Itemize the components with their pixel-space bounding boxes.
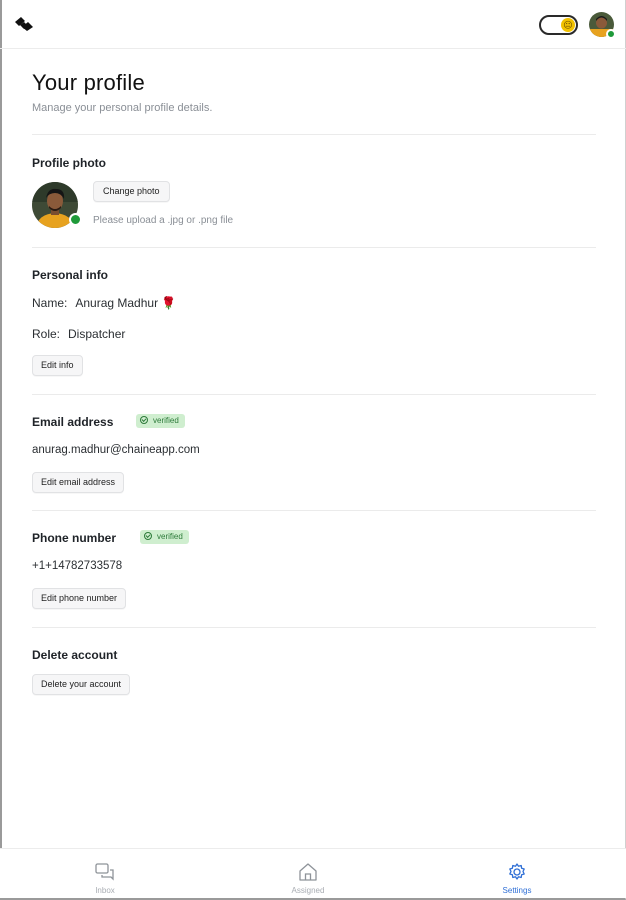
name-label: Name: [32, 296, 68, 310]
bottom-nav: Inbox Assigned Settings [0, 848, 626, 898]
name-row: Name: Anurag Madhur 🌹 [32, 296, 176, 310]
email-value: anurag.madhur@chaineapp.com [32, 444, 200, 456]
phone-verified-badge: verified [140, 530, 189, 544]
online-status-dot [606, 29, 616, 39]
check-circle-icon [144, 532, 152, 540]
personal-info-title: Personal info [32, 268, 109, 282]
theme-toggle[interactable]: 😐 [539, 15, 578, 35]
nav-settings-label: Settings [502, 886, 532, 895]
chaine-logo-icon[interactable] [14, 16, 34, 32]
nav-assigned[interactable]: Assigned [248, 849, 368, 899]
sun-face-icon: 😐 [561, 18, 575, 32]
badge-label: verified [157, 532, 183, 541]
gear-icon [509, 863, 525, 880]
nav-inbox-label: Inbox [95, 886, 115, 895]
divider [32, 394, 596, 395]
role-label: Role: [32, 327, 61, 341]
top-bar: 😐 [0, 0, 626, 49]
delete-account-title: Delete account [32, 648, 118, 662]
name-value: Anurag Madhur 🌹 [75, 296, 177, 310]
nav-assigned-label: Assigned [291, 886, 325, 895]
divider [32, 510, 596, 511]
delete-account-button[interactable]: Delete your account [32, 674, 131, 695]
divider [32, 247, 596, 248]
home-icon [299, 863, 317, 881]
edit-email-button[interactable]: Edit email address [32, 472, 125, 493]
chat-bubbles-icon [95, 863, 114, 881]
check-circle-icon [140, 416, 148, 424]
phone-value: +1+14782733578 [32, 560, 123, 572]
nav-settings[interactable]: Settings [457, 849, 577, 899]
email-title: Email address [32, 415, 114, 429]
nav-inbox[interactable]: Inbox [45, 849, 165, 899]
edit-phone-button[interactable]: Edit phone number [32, 588, 127, 609]
divider [32, 627, 596, 628]
role-value: Dispatcher [68, 327, 126, 341]
phone-title: Phone number [32, 531, 117, 545]
online-status-dot [69, 213, 82, 226]
change-photo-button[interactable]: Change photo [93, 181, 170, 202]
badge-label: verified [153, 416, 179, 425]
page-subtitle: Manage your personal profile details. [32, 102, 213, 114]
profile-photo-title: Profile photo [32, 156, 106, 170]
email-verified-badge: verified [136, 414, 185, 428]
role-row: Role: Dispatcher [32, 327, 125, 341]
edit-info-button[interactable]: Edit info [32, 355, 83, 376]
upload-hint: Please upload a .jpg or .png file [93, 215, 234, 226]
page-title: Your profile [32, 70, 145, 95]
user-avatar[interactable] [589, 12, 616, 39]
profile-photo [32, 182, 82, 228]
divider [32, 134, 596, 135]
